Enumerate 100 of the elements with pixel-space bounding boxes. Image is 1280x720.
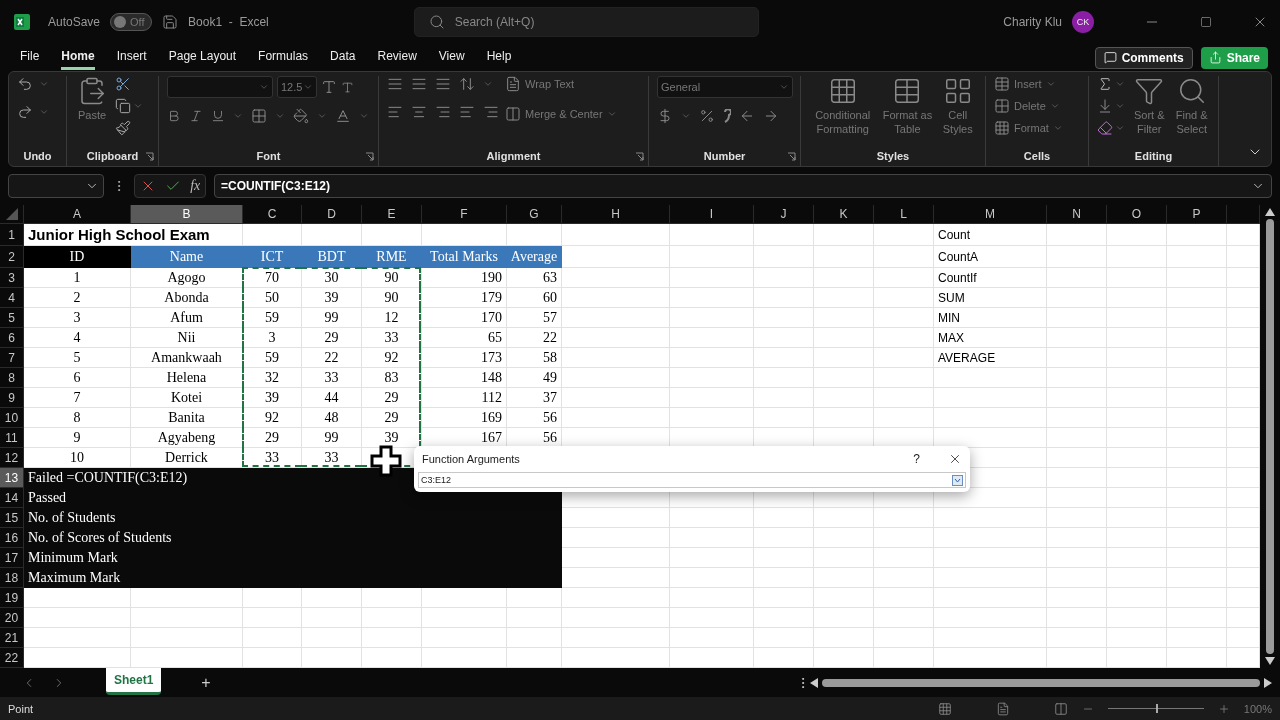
row-header[interactable]: 17 <box>0 548 24 569</box>
scroll-down-icon[interactable] <box>1265 657 1275 666</box>
font-size-field[interactable]: 12.5 <box>277 76 317 99</box>
paste-button[interactable]: Paste <box>75 76 109 146</box>
column-header[interactable]: E <box>362 205 422 225</box>
row-header[interactable]: 3 <box>0 268 24 289</box>
table-icon[interactable] <box>994 76 1010 93</box>
row-header[interactable]: 18 <box>0 568 24 589</box>
table-icon[interactable] <box>994 120 1010 137</box>
column-header[interactable]: K <box>814 205 874 225</box>
column-header[interactable]: P <box>1167 205 1227 225</box>
undo-icon[interactable] <box>17 76 33 93</box>
normal-view-icon[interactable] <box>937 701 952 716</box>
percent-icon[interactable] <box>699 108 715 125</box>
add-sheet-button[interactable]: + <box>201 673 211 692</box>
column-header[interactable]: F <box>422 205 507 225</box>
range-input[interactable]: C3:E12 <box>418 472 966 488</box>
style-button[interactable]: Cell Styles <box>938 76 977 146</box>
scroll-right-icon[interactable] <box>1264 677 1272 688</box>
row-header[interactable]: 14 <box>0 488 24 509</box>
editing-button[interactable]: Find & Select <box>1173 76 1210 146</box>
close-icon[interactable] <box>948 452 962 466</box>
row-header[interactable]: 12 <box>0 448 24 469</box>
autosum-icon[interactable] <box>1097 76 1113 93</box>
formula-field[interactable]: =COUNTIF(C3:E12) <box>214 173 1272 198</box>
column-header[interactable]: B <box>131 205 243 225</box>
currency-icon[interactable] <box>657 108 673 125</box>
editing-button[interactable]: Sort & Filter <box>1131 76 1168 146</box>
dialog-launcher-icon[interactable] <box>787 151 796 161</box>
row-header[interactable]: 22 <box>0 648 24 669</box>
merge-center-button[interactable]: Merge & Center <box>505 106 617 123</box>
save-icon[interactable] <box>162 13 179 30</box>
scrollbar-thumb[interactable] <box>822 678 1260 687</box>
shrink-font-icon[interactable] <box>341 80 354 94</box>
menu-tab[interactable]: Help <box>486 45 512 70</box>
menu-tab[interactable]: Insert <box>116 45 147 70</box>
row-header[interactable]: 20 <box>0 608 24 629</box>
row-header[interactable]: 1 <box>0 224 24 247</box>
menu-tab[interactable]: Formulas <box>258 45 309 70</box>
help-button[interactable]: ? <box>913 452 920 466</box>
scroll-up-icon[interactable] <box>1265 208 1275 217</box>
restore-icon[interactable] <box>1200 15 1212 28</box>
row-header[interactable]: 5 <box>0 308 24 329</box>
table-icon[interactable] <box>994 98 1010 115</box>
bold-icon[interactable] <box>167 109 181 124</box>
orientation-icon[interactable] <box>459 76 475 93</box>
grow-font-icon[interactable] <box>321 79 337 96</box>
row-header[interactable]: 16 <box>0 528 24 549</box>
row-header[interactable]: 4 <box>0 288 24 309</box>
menu-tab[interactable]: Page Layout <box>168 45 237 70</box>
column-header[interactable]: A <box>24 205 131 225</box>
wrap-text-button[interactable]: Wrap Text <box>505 76 575 93</box>
select-all-icon[interactable] <box>5 208 18 221</box>
borders-icon[interactable] <box>251 108 267 125</box>
menu-tab[interactable]: Review <box>377 45 417 70</box>
row-header[interactable]: 9 <box>0 388 24 409</box>
row-header[interactable]: 6 <box>0 328 24 349</box>
format-painter-icon[interactable] <box>115 120 131 137</box>
italic-icon[interactable] <box>189 109 203 124</box>
style-button[interactable]: Conditional Formatting <box>809 76 877 146</box>
insert-function-button[interactable]: fx <box>190 177 201 194</box>
row-header[interactable]: 15 <box>0 508 24 529</box>
menu-tab[interactable]: View <box>438 45 465 70</box>
share-icon[interactable] <box>1208 51 1222 64</box>
row-header[interactable]: 11 <box>0 428 24 449</box>
zoom-thumb[interactable] <box>1155 704 1158 714</box>
font-color-icon[interactable] <box>335 108 351 125</box>
expand-icon[interactable] <box>952 474 963 486</box>
fill-color-icon[interactable] <box>293 108 309 125</box>
style-button[interactable]: Format as Table <box>882 76 933 146</box>
filter-icon[interactable] <box>1134 76 1165 107</box>
row-header[interactable]: 10 <box>0 408 24 429</box>
merge-icon[interactable] <box>505 106 521 123</box>
search-field[interactable]: Search (Alt+Q) <box>413 6 759 37</box>
fill-icon[interactable] <box>1097 98 1113 115</box>
column-header[interactable]: D <box>302 205 362 225</box>
search-icon[interactable] <box>428 13 445 30</box>
wrap-text-icon[interactable] <box>505 76 521 93</box>
column-header[interactable]: G <box>507 205 562 225</box>
column-header[interactable]: M <box>934 205 1047 225</box>
column-header[interactable] <box>1227 205 1260 225</box>
redo-icon[interactable] <box>17 104 33 121</box>
column-header[interactable]: N <box>1047 205 1107 225</box>
dialog-launcher-icon[interactable] <box>145 151 154 161</box>
row-header[interactable]: 13 <box>0 468 24 489</box>
number-format-field[interactable]: General <box>657 76 793 99</box>
cut-icon[interactable] <box>115 76 131 93</box>
scrollbar-thumb[interactable] <box>1266 219 1274 655</box>
page-layout-icon[interactable] <box>995 701 1010 716</box>
menu-tab[interactable]: Data <box>330 45 356 70</box>
column-header[interactable]: C <box>243 205 302 225</box>
cells-button[interactable]: Format <box>994 120 1063 137</box>
zoom-in-icon[interactable] <box>1217 702 1230 715</box>
column-header[interactable]: O <box>1107 205 1167 225</box>
clear-icon[interactable] <box>1097 120 1113 137</box>
comment-icon[interactable] <box>1103 51 1117 64</box>
column-header[interactable]: J <box>754 205 814 225</box>
row-header[interactable]: 8 <box>0 368 24 389</box>
row-header[interactable]: 2 <box>0 246 24 269</box>
cells-button[interactable]: Insert <box>994 76 1056 93</box>
